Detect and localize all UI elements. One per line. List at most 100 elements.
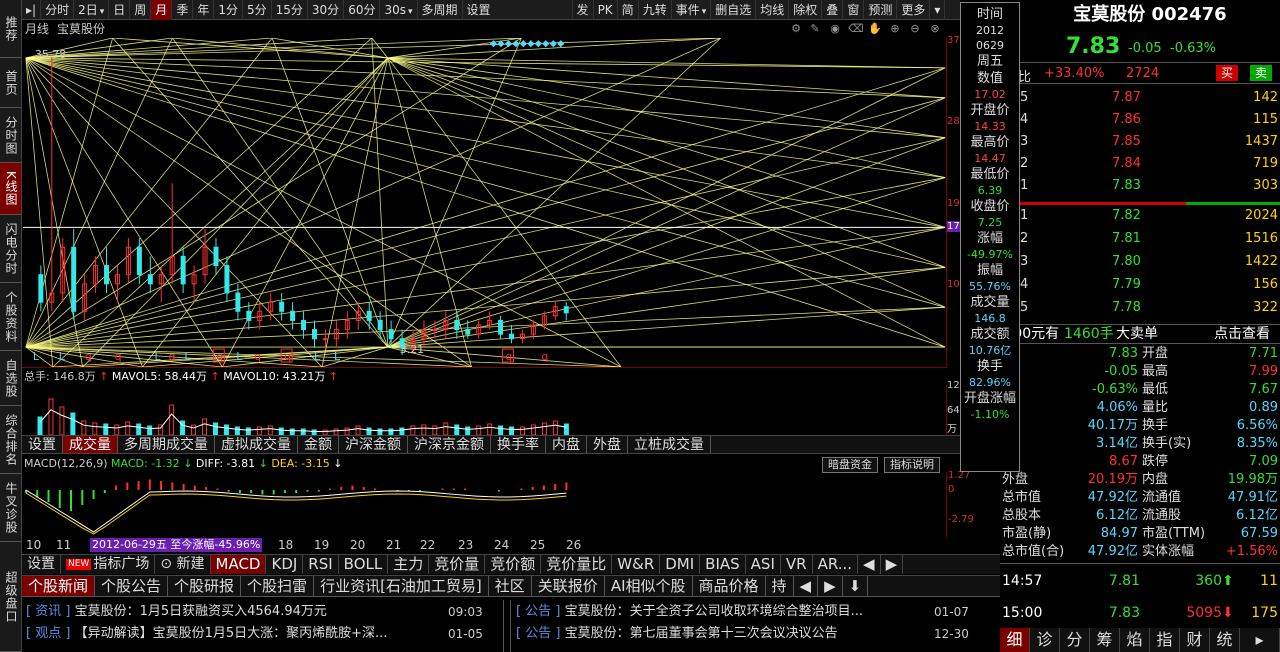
- ind-tab-bid-vol[interactable]: 竞价量: [429, 555, 486, 574]
- tb-forecast[interactable]: 预测: [864, 0, 898, 20]
- scroll-left-icon[interactable]: ◀: [794, 576, 819, 596]
- left-tab-timeshare[interactable]: 分时图: [0, 108, 21, 163]
- left-tab-diagnose[interactable]: 牛叉诊股: [0, 474, 21, 542]
- settings-icon[interactable]: ⚙: [789, 22, 803, 36]
- news-tab-related[interactable]: 关联报价: [532, 576, 605, 596]
- vol-tab-hsj-amount[interactable]: 沪深京金额: [408, 436, 491, 453]
- btab-diagnose[interactable]: 诊: [1030, 628, 1060, 652]
- ind-tab-wr[interactable]: W&R: [612, 555, 661, 574]
- vol-tab-inner[interactable]: 内盘: [546, 436, 587, 453]
- btab-split[interactable]: 分: [1060, 628, 1090, 652]
- tb-window[interactable]: 窗: [843, 0, 865, 20]
- tb-1min[interactable]: 1分: [214, 0, 243, 20]
- close-chart-icon[interactable]: ⊗: [928, 22, 942, 36]
- news-tab-community[interactable]: 社区: [489, 576, 532, 596]
- left-tab-home[interactable]: 首页: [0, 58, 21, 108]
- ind-tab-dmi[interactable]: DMI: [660, 555, 701, 574]
- news-tab-announcements[interactable]: 个股公告: [95, 576, 169, 596]
- tb-week[interactable]: 周: [130, 0, 152, 20]
- ind-tab-main[interactable]: 主力: [388, 555, 430, 574]
- download-icon[interactable]: ⬇: [843, 576, 869, 596]
- news-tab-stock-news[interactable]: 个股新闻: [22, 576, 96, 596]
- tb-events[interactable]: 事件: [672, 0, 712, 20]
- tb-30s[interactable]: 30s: [380, 0, 418, 20]
- tb-settings[interactable]: 设置: [463, 0, 573, 20]
- ind-tab-bid-ratio[interactable]: 竞价量比: [541, 555, 613, 574]
- tb-ma[interactable]: 均线: [756, 0, 790, 20]
- vol-tab-multi[interactable]: 多周期成交量: [118, 436, 215, 453]
- left-tab-profile[interactable]: 个股资料: [0, 283, 21, 351]
- dropdown-icon[interactable]: ▾: [930, 0, 946, 20]
- ind-tab-new[interactable]: ⊙ 新建: [155, 555, 211, 574]
- tb-pk[interactable]: PK: [594, 0, 618, 20]
- left-tab-watchlist[interactable]: 自选股: [0, 351, 21, 406]
- buy-button[interactable]: 买: [1216, 65, 1239, 81]
- btab-chips[interactable]: 筹: [1090, 628, 1120, 652]
- scroll-right-icon[interactable]: ▸: [1240, 628, 1280, 652]
- btab-finance[interactable]: 财: [1180, 628, 1210, 652]
- ind-tab-kdj[interactable]: KDJ: [266, 555, 304, 574]
- big-order-row[interactable]: 7.90元有 1460手 大卖单 点击查看: [1000, 324, 1280, 344]
- news-item[interactable]: [ 资讯 ] 宝莫股份：1月5日获融资买入4564.94万元: [26, 602, 506, 622]
- btab-stats[interactable]: 统: [1210, 628, 1240, 652]
- tb-year[interactable]: 年: [193, 0, 215, 20]
- ind-tab-asi[interactable]: ASI: [746, 555, 781, 574]
- news-item[interactable]: [ 公告 ] 宝莫股份：第七届董事会第十三次会议决议公告: [516, 624, 928, 644]
- vol-tab-hs-amount[interactable]: 沪深金额: [339, 436, 408, 453]
- tb-60min[interactable]: 60分: [344, 0, 381, 20]
- left-tab-kline[interactable]: K线图: [0, 163, 21, 215]
- dark-pool-button[interactable]: 暗盘资金: [822, 457, 878, 473]
- big-order-link[interactable]: 点击查看: [1214, 325, 1270, 344]
- news-tab-ai-similar[interactable]: AI相似个股: [605, 576, 693, 596]
- scroll-left-icon[interactable]: ◀: [858, 555, 881, 574]
- vol-tab-virtual[interactable]: 虚拟成交量: [215, 436, 298, 453]
- ind-tab-vr[interactable]: VR: [781, 555, 813, 574]
- vol-tab-turnover[interactable]: 换手率: [491, 436, 546, 453]
- zoom-in-icon[interactable]: ⊕: [888, 22, 902, 36]
- zoom-out-icon[interactable]: ⊖: [908, 22, 922, 36]
- vol-tab-amount[interactable]: 金额: [298, 436, 339, 453]
- news-tab-research[interactable]: 个股研报: [168, 576, 242, 596]
- eye-icon[interactable]: ◉: [828, 22, 842, 36]
- news-item[interactable]: [ 观点 ] 【异动解读】宝莫股份1月5日大涨：聚丙烯酰胺+深...: [26, 624, 446, 644]
- news-item[interactable]: [ 公告 ] 宝莫股份：关于全资子公司收取环境综合整治项目...: [516, 602, 928, 622]
- news-splitter[interactable]: [503, 600, 511, 652]
- tb-month[interactable]: 月: [151, 0, 173, 20]
- indicator-help-button[interactable]: 指标说明: [884, 457, 940, 473]
- tb-more[interactable]: 更多: [897, 0, 931, 20]
- news-tab-risk[interactable]: 个股扫雷: [241, 576, 315, 596]
- tb-send[interactable]: 发: [573, 0, 594, 20]
- ind-tab-boll[interactable]: BOLL: [339, 555, 389, 574]
- tb-exright[interactable]: 除权: [789, 0, 823, 20]
- ind-tab-macd[interactable]: MACD: [210, 555, 267, 574]
- vol-tab-settings[interactable]: 设置: [22, 436, 63, 453]
- tb-timeshare[interactable]: 分时: [41, 0, 75, 20]
- tb-remove-watch[interactable]: 删自选: [711, 0, 757, 20]
- news-tab-commodity[interactable]: 商品价格: [693, 576, 766, 596]
- news-tab-industry[interactable]: 行业资讯[石油加工贸易]: [314, 576, 489, 596]
- trash-icon[interactable]: ⌫: [848, 22, 864, 36]
- macd-chart[interactable]: [22, 472, 947, 537]
- ind-tab-square[interactable]: NEW 指标广场: [61, 555, 156, 574]
- vol-tab-volume[interactable]: 成交量: [63, 436, 118, 453]
- ind-tab-ar[interactable]: AR...: [813, 555, 859, 574]
- tb-5min[interactable]: 5分: [243, 0, 272, 20]
- left-tab-ranking[interactable]: 综合排名: [0, 406, 21, 474]
- left-tab-flash[interactable]: 闪电分时: [0, 215, 21, 283]
- news-tab-holdings[interactable]: 持: [766, 576, 794, 596]
- btab-flame[interactable]: 焰: [1120, 628, 1150, 652]
- btab-detail[interactable]: 细: [1000, 628, 1030, 652]
- tb-simple[interactable]: 简: [618, 0, 639, 20]
- left-tab-superboard[interactable]: 超级盘口: [0, 542, 21, 652]
- tb-season[interactable]: 季: [172, 0, 194, 20]
- ind-tab-bid-amt[interactable]: 竞价额: [485, 555, 542, 574]
- kline-chart[interactable]: 35.78 3.21 LLqqLqLqLqqLLqq: [22, 38, 947, 368]
- tb-15min[interactable]: 15分: [272, 0, 308, 20]
- pen-icon[interactable]: ✎: [808, 22, 822, 36]
- tb-30min[interactable]: 30分: [308, 0, 345, 20]
- tb-2day[interactable]: 2日: [74, 0, 110, 20]
- vol-tab-pile[interactable]: 立桩成交量: [628, 436, 711, 453]
- ind-tab-rsi[interactable]: RSI: [303, 555, 339, 574]
- tb-jiuzhuan[interactable]: 九转: [639, 0, 672, 20]
- left-tab-recommend[interactable]: 推荐: [0, 0, 21, 58]
